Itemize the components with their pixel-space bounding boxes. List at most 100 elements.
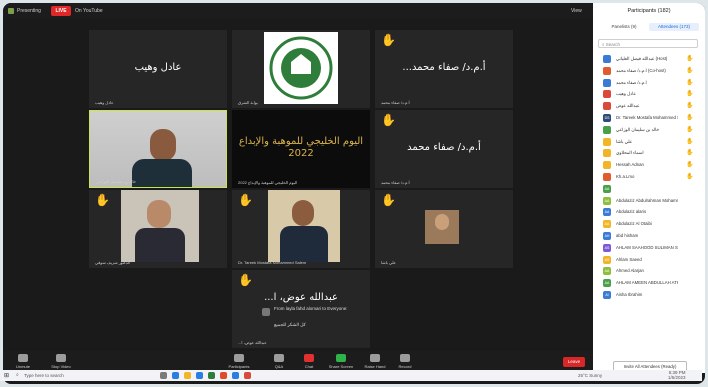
participant-row[interactable]: عبدالله عوض ✋ [597, 100, 701, 112]
raised-hand-icon: ✋ [238, 273, 253, 287]
participants-panel: Participants (182) Panelists (9) Attende… [593, 3, 705, 373]
raised-hand-icon: ✋ [686, 138, 694, 145]
live-on-label[interactable]: On YouTube [75, 8, 103, 14]
leave-button[interactable]: Leave [563, 357, 585, 367]
zoom-icon[interactable] [232, 372, 239, 379]
search-input[interactable]: ⌕ Search [598, 39, 698, 48]
raised-hand-icon: ✋ [238, 193, 253, 207]
participant-name: Abdulaziz Abdulrahman Mohammed [616, 197, 678, 203]
participant-row[interactable]: AS Ahlam Saeed [597, 254, 701, 266]
windows-start-icon[interactable]: ⊞ [4, 372, 9, 379]
live-badge[interactable]: LIVE [51, 6, 71, 16]
microphone-icon [18, 354, 28, 362]
participant-row[interactable]: Kh.a.Lmo ✋ [597, 171, 701, 183]
tile-name-large: عادل وهيب [134, 62, 182, 73]
participant-row[interactable]: AA Abdulaziz alaris [597, 206, 701, 218]
participant-name: أ.م.د/ صفاء محمد [616, 79, 647, 85]
participant-row[interactable]: AA [597, 183, 701, 195]
avatar: AA [603, 208, 611, 217]
participant-name: Aisha Ibrahim [616, 291, 643, 297]
chat-toast[interactable]: From layla fahd alomari to Everyone: كل … [262, 306, 366, 334]
raised-hand-icon: ✋ [686, 126, 694, 133]
video-tile[interactable]: ✋ الدكتور شريف شوقي [89, 190, 227, 268]
avatar: AS [603, 255, 611, 264]
participant-name: خالد بن سليمان الوزاعي [616, 126, 659, 132]
participant-row[interactable]: AA Abdulaziz Al Otaibi [597, 218, 701, 230]
store-icon[interactable] [208, 372, 215, 379]
speaker-video [90, 111, 226, 187]
participant-row[interactable]: AA Abdulaziz Abdulrahman Mohammed [597, 195, 701, 207]
tile-name: اليوم الخليجي للموهبة والإبداع 2022 [238, 180, 298, 185]
participant-row[interactable]: أسماء المحلاوي ✋ [597, 147, 701, 159]
participant-row[interactable]: DS Dr. Tareek Mostafa Mohammed Salem ✋ [597, 112, 701, 124]
video-tile[interactable]: ✋ علي باشا [375, 190, 513, 268]
participant-name: عادل وهيب [616, 91, 636, 97]
people-icon [234, 354, 244, 362]
chrome-icon[interactable] [220, 372, 227, 379]
participant-row[interactable]: عادل وهيب ✋ [597, 88, 701, 100]
participant-row[interactable]: AS AHLAM SAAHOOD SULIMAN SALIMAN [597, 242, 701, 254]
participant-row[interactable]: AI Aisha Ibrahim [597, 289, 701, 301]
record-icon [400, 354, 410, 362]
participant-row[interactable]: عبدالله فيصل العلياني (Host) ✋ [597, 53, 701, 65]
video-tile[interactable]: عادل وهيب عادل وهيب [89, 30, 227, 108]
participant-name: عبدالله عوض [616, 103, 640, 109]
avatar [603, 172, 611, 181]
raised-hand-icon: ✋ [95, 193, 110, 207]
qa-icon [274, 354, 284, 362]
avatar: AA [603, 184, 611, 193]
task-view-icon[interactable] [160, 372, 167, 379]
video-tile[interactable]: اليوم الخليجي للموهبة والإبداع 2022 اليو… [232, 110, 370, 188]
logo-image [264, 32, 338, 104]
tile-name: Dr. Tareek Mostafa Mohammed Salem [238, 260, 307, 265]
mail-icon[interactable] [196, 372, 203, 379]
raised-hand-icon: ✋ [686, 91, 694, 98]
participant-name: عبدالله فيصل العلياني (Host) [616, 56, 668, 61]
avatar [603, 66, 611, 75]
view-button[interactable]: View [571, 8, 582, 14]
participant-row[interactable]: AH abd hisham [597, 230, 701, 242]
raised-hand-icon: ✋ [686, 173, 694, 180]
tile-name: أ.م.د/ صفاء محمد [381, 180, 410, 185]
raised-hand-icon: ✋ [686, 162, 694, 169]
shield-icon[interactable] [8, 8, 14, 14]
participant-row[interactable]: علي باشا ✋ [597, 136, 701, 148]
avatar [603, 161, 611, 170]
edge-icon[interactable] [172, 372, 179, 379]
video-tile[interactable]: بوابة الشرق [232, 30, 370, 108]
participants-list: عبدالله فيصل العلياني (Host) ✋ أ.م.د/ صفاء… [597, 53, 701, 301]
tile-name: ...عبدالله عوض، ا [238, 340, 267, 345]
clock[interactable]: 5:39 PM 1/5/2023 [668, 370, 686, 380]
participant-row[interactable]: AA Ahmed Alarjan [597, 265, 701, 277]
tile-name: عادل وهيب [95, 100, 114, 105]
participant-row[interactable]: أ.م.د/ صفاء محمد ✋ [597, 77, 701, 89]
participant-photo [425, 210, 459, 244]
tile-name-large: ...عبدالله عوض، ا [264, 292, 338, 303]
participant-row[interactable]: أ.م.د/ صفاء محمد (Co-host) ✋ [597, 65, 701, 77]
participant-row[interactable]: AA AHLAM AMEEN ABDULLAH ATHERI [597, 277, 701, 289]
raised-hand-icon: ✋ [686, 103, 694, 110]
speaker-view-label[interactable]: Presenting [17, 8, 41, 14]
chat-toast-message: كل الشكر للجميع [274, 322, 306, 327]
video-tile[interactable]: ✋ ...أ.م.د/ صفاء محمد أ.م.د/ صفاء محمد [375, 30, 513, 108]
avatar: AS [603, 243, 611, 252]
avatar: AI [603, 290, 611, 299]
participant-name: Abdulaziz alaris [616, 209, 647, 215]
tab-panelists[interactable]: Panelists (9) [603, 23, 645, 31]
video-tile[interactable]: ✋ Dr. Tareek Mostafa Mohammed Salem [232, 190, 370, 268]
app-icon[interactable] [244, 372, 251, 379]
participant-name: Ahlam Saeed [616, 256, 642, 262]
participant-row[interactable]: Hessah Adnan ✋ [597, 159, 701, 171]
file-explorer-icon[interactable] [184, 372, 191, 379]
active-speaker-tile[interactable]: خالد بن سليمان الوزاعي [89, 110, 227, 188]
event-banner-text: اليوم الخليجي للموهبة والإبداع 2022 [238, 136, 364, 159]
avatar [603, 125, 611, 134]
video-grid: عادل وهيب عادل وهيب بوابة الشرق ✋ ...أ.م… [3, 19, 593, 351]
weather-label[interactable]: 25°C Sunny [578, 373, 602, 378]
participant-row[interactable]: خالد بن سليمان الوزاعي ✋ [597, 124, 701, 136]
taskbar-search[interactable]: Type here to search [24, 373, 64, 378]
video-tile[interactable]: ✋ أ.م.د/ صفاء محمد أ.م.د/ صفاء محمد [375, 110, 513, 188]
participant-name: Kh.a.Lmo [616, 173, 635, 179]
tab-attendees[interactable]: Attendees (173) [649, 23, 699, 31]
video-tile[interactable]: ✋ ...عبدالله عوض، ا From layla fahd alom… [232, 270, 370, 348]
